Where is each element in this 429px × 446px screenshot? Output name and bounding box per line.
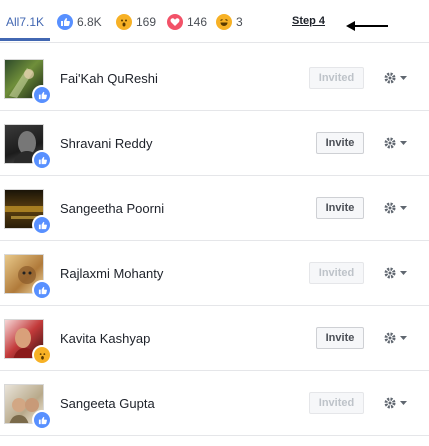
tab-like[interactable]: 6.8K — [57, 14, 102, 30]
love-icon — [167, 14, 183, 30]
invited-button: Invited — [309, 67, 364, 89]
gear-icon[interactable] — [383, 396, 409, 410]
arrow-left-icon — [346, 21, 388, 31]
tab-all-count: 7.1K — [19, 15, 45, 29]
row-divider — [0, 175, 429, 176]
like-icon — [32, 150, 52, 170]
like-icon — [32, 215, 52, 235]
list-item: Fai'Kah QuReshi Invited — [0, 47, 429, 111]
invite-button[interactable]: Invite — [316, 327, 364, 349]
person-name[interactable]: Sangeetha Poorni — [60, 201, 164, 216]
gear-icon[interactable] — [383, 136, 409, 150]
tab-love[interactable]: 146 — [167, 14, 207, 30]
tab-all-label: All — [6, 15, 20, 29]
tab-wow[interactable]: 169 — [116, 14, 156, 30]
tab-all[interactable]: All 7.1K — [6, 14, 44, 30]
tab-like-count: 6.8K — [77, 15, 102, 29]
list-item: Sangeetha Poorni Invite — [0, 177, 429, 241]
tab-haha-count: 3 — [236, 15, 243, 29]
row-divider — [0, 370, 429, 371]
row-divider — [0, 110, 429, 111]
invited-button: Invited — [309, 392, 364, 414]
invite-button[interactable]: Invite — [316, 197, 364, 219]
person-name[interactable]: Rajlaxmi Mohanty — [60, 266, 163, 281]
row-divider — [0, 305, 429, 306]
invite-button[interactable]: Invite — [316, 132, 364, 154]
tab-love-count: 146 — [187, 15, 208, 29]
like-icon — [32, 280, 52, 300]
step-annotation-label: Step 4 — [292, 15, 326, 27]
like-icon — [32, 85, 52, 105]
invited-button: Invited — [309, 262, 364, 284]
tab-wow-count: 169 — [136, 15, 157, 29]
gear-icon[interactable] — [383, 266, 409, 280]
wow-icon — [116, 14, 132, 30]
row-divider — [0, 435, 429, 436]
tab-haha[interactable]: 3 — [216, 14, 243, 30]
person-name[interactable]: Shravani Reddy — [60, 136, 153, 151]
wow-icon — [32, 345, 52, 365]
haha-icon — [216, 14, 232, 30]
active-tab-indicator — [0, 38, 50, 41]
gear-icon[interactable] — [383, 331, 409, 345]
list-item: Rajlaxmi Mohanty Invited — [0, 242, 429, 306]
person-name[interactable]: Sangeeta Gupta — [60, 396, 155, 411]
list-item: Sangeeta Gupta Invited — [0, 372, 429, 436]
list-item: Kavita Kashyap Invite — [0, 307, 429, 371]
gear-icon[interactable] — [383, 201, 409, 215]
person-name[interactable]: Kavita Kashyap — [60, 331, 150, 346]
person-name[interactable]: Fai'Kah QuReshi — [60, 71, 158, 86]
list-item: Shravani Reddy Invite — [0, 112, 429, 176]
tabs-divider — [0, 42, 429, 43]
like-icon — [57, 14, 73, 30]
like-icon — [32, 410, 52, 430]
row-divider — [0, 240, 429, 241]
reactions-tab-bar: All 7.1K 6.8K 169 146 3 Step 4 — [0, 0, 429, 42]
gear-icon[interactable] — [383, 71, 409, 85]
